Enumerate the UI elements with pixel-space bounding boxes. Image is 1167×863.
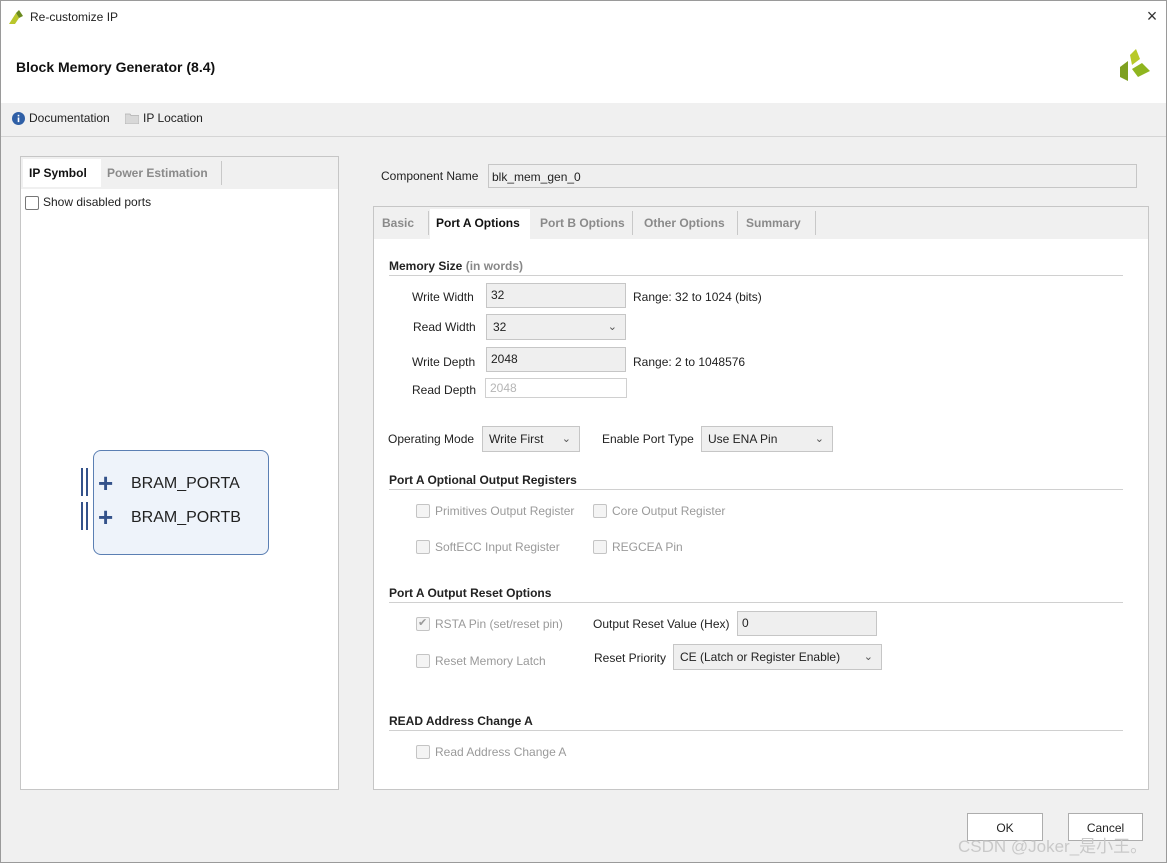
write-width-range: Range: 32 to 1024 (bits) (633, 290, 762, 304)
port-b-label: BRAM_PORTB (131, 509, 241, 526)
options-panel: Basic Port A Options Port B Options Othe… (373, 206, 1149, 790)
show-disabled-ports-label: Show disabled ports (43, 195, 152, 209)
close-icon[interactable]: × (1142, 6, 1162, 26)
read-depth-label: Read Depth (412, 383, 477, 397)
output-reset-value-label: Output Reset Value (Hex) (593, 617, 730, 631)
xilinx-logo-icon (1120, 49, 1150, 81)
info-icon (12, 111, 25, 125)
read-width-value: 32 (493, 320, 507, 334)
tab-port-a-options[interactable]: Port A Options (430, 209, 530, 239)
port-b-expand-icon[interactable]: + (98, 504, 113, 530)
write-depth-range: Range: 2 to 1048576 (633, 355, 746, 369)
window-title: Re-customize IP (30, 10, 119, 24)
tab-divider (428, 211, 429, 235)
output-reset-value-input[interactable]: 0 (737, 611, 877, 636)
tab-other-options[interactable]: Other Options (638, 209, 736, 239)
reset-priority-value: CE (Latch or Register Enable) (680, 650, 841, 664)
tab-divider (737, 211, 738, 235)
tab-power-estimation[interactable]: Power Estimation (101, 159, 214, 187)
folder-icon (125, 113, 139, 124)
enable-port-type-select[interactable]: Use ENA Pin ⌄ (701, 426, 833, 452)
tab-summary[interactable]: Summary (740, 209, 814, 239)
port-a-expand-icon[interactable]: + (98, 470, 113, 496)
enable-port-type-label: Enable Port Type (602, 432, 694, 446)
tab-divider (221, 161, 222, 185)
memory-size-title: Memory Size (389, 259, 463, 273)
tab-divider (815, 211, 816, 235)
rsta-pin-checkbox (416, 616, 430, 631)
regcea-pin-checkbox (593, 540, 607, 554)
window-titlebar: Re-customize IP × (0, 0, 1167, 34)
reset-memory-latch-checkbox (416, 654, 430, 668)
read-address-change-checkbox (416, 745, 430, 759)
primitives-output-register-label: Primitives Output Register (435, 504, 575, 518)
header-divider (1, 136, 1166, 137)
chevron-down-icon: ⌄ (863, 651, 873, 663)
show-disabled-ports-checkbox[interactable] (25, 196, 39, 210)
section-divider (389, 602, 1123, 603)
write-width-input[interactable]: 32 (486, 283, 626, 308)
section-divider (389, 275, 1123, 276)
chevron-down-icon: ⌄ (561, 433, 571, 445)
options-tab-bar: Basic Port A Options Port B Options Othe… (374, 207, 1148, 239)
page-title: Block Memory Generator (8.4) (16, 59, 216, 75)
ip-location-link[interactable]: IP Location (125, 111, 203, 125)
read-address-change-heading: READ Address Change A (389, 714, 533, 728)
memory-size-subtitle: (in words) (465, 259, 524, 273)
port-a-label: BRAM_PORTA (131, 475, 240, 492)
chevron-down-icon: ⌄ (607, 321, 617, 333)
watermark: CSDN @Joker_是小王。 (958, 837, 1148, 856)
dialog-body: Block Memory Generator (8.4) Documentati… (0, 33, 1167, 863)
section-divider (389, 730, 1123, 731)
core-output-register-checkbox (593, 504, 607, 518)
optional-output-registers-heading: Port A Optional Output Registers (389, 473, 577, 487)
port-b-bus-icon (81, 502, 89, 530)
component-name-input[interactable]: blk_mem_gen_0 (488, 164, 1137, 188)
output-reset-heading: Port A Output Reset Options (389, 586, 552, 600)
operating-mode-label: Operating Mode (388, 432, 475, 446)
primitives-output-register-checkbox (416, 504, 430, 518)
softecc-input-register-label: SoftECC Input Register (435, 540, 560, 554)
core-output-register-label: Core Output Register (612, 504, 726, 518)
regcea-pin-label: REGCEA Pin (612, 540, 683, 554)
tab-divider (632, 211, 633, 235)
documentation-link[interactable]: Documentation (12, 111, 110, 125)
reset-priority-select[interactable]: CE (Latch or Register Enable) ⌄ (673, 644, 882, 670)
memory-size-heading: Memory Size (in words) (389, 259, 523, 273)
write-depth-input[interactable]: 2048 (486, 347, 626, 372)
left-tab-bar: IP Symbol Power Estimation (21, 157, 338, 189)
tab-ip-symbol[interactable]: IP Symbol (23, 159, 101, 187)
port-a-bus-icon (81, 468, 89, 496)
component-name-label: Component Name (381, 169, 479, 183)
write-depth-label: Write Depth (412, 355, 476, 369)
dialog-header: Block Memory Generator (8.4) (1, 33, 1166, 103)
read-depth-input: 2048 (485, 378, 627, 398)
ip-location-label: IP Location (143, 111, 203, 125)
softecc-input-register-checkbox (416, 540, 430, 554)
ip-symbol-panel: IP Symbol Power Estimation Show disabled… (20, 156, 339, 790)
tab-port-b-options[interactable]: Port B Options (534, 209, 634, 239)
reset-priority-label: Reset Priority (594, 651, 667, 665)
ip-symbol-block (93, 450, 269, 555)
rsta-pin-label: RSTA Pin (set/reset pin) (435, 617, 563, 631)
chevron-down-icon: ⌄ (814, 433, 824, 445)
enable-port-type-value: Use ENA Pin (708, 432, 778, 446)
read-width-select[interactable]: 32 ⌄ (486, 314, 626, 340)
tab-basic[interactable]: Basic (376, 209, 428, 239)
reset-memory-latch-label: Reset Memory Latch (435, 654, 546, 668)
vivado-logo-icon (9, 10, 23, 24)
operating-mode-select[interactable]: Write First ⌄ (482, 426, 580, 452)
write-width-label: Write Width (412, 290, 474, 304)
operating-mode-value: Write First (489, 432, 544, 446)
section-divider (389, 489, 1123, 490)
read-address-change-label: Read Address Change A (435, 745, 567, 759)
documentation-label: Documentation (29, 111, 110, 125)
read-width-label: Read Width (413, 320, 476, 334)
